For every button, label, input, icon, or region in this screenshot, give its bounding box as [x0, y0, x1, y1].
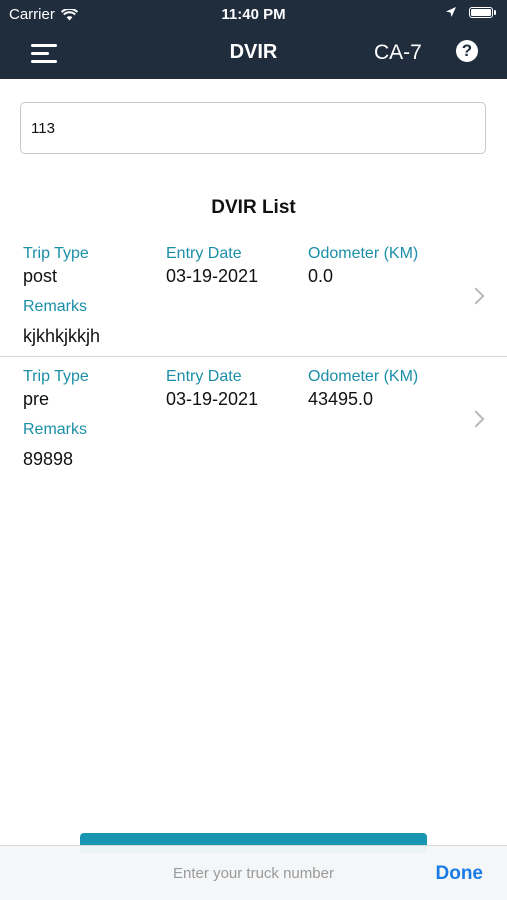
entry-date-label: Entry Date [166, 245, 242, 262]
odometer-value: 43495.0 [308, 389, 374, 409]
chevron-right-icon [467, 410, 485, 428]
remarks-label: Remarks [23, 298, 88, 315]
status-right [445, 6, 496, 18]
odometer-value: 0.0 [308, 266, 334, 286]
page-title: DVIR [229, 41, 278, 63]
entry-date-value: 03-19-2021 [166, 389, 259, 409]
odometer-label: Odometer (KM) [308, 245, 419, 262]
done-button[interactable]: Done [436, 863, 484, 885]
truck-number-field[interactable]: Enter your truck number [0, 865, 507, 882]
odometer-label: Odometer (KM) [308, 368, 419, 385]
search-input[interactable]: 113 [20, 102, 486, 154]
location-arrow-icon [446, 7, 456, 17]
search-input-value: 113 [31, 119, 55, 137]
remarks-value: 89898 [23, 449, 74, 469]
battery-icon [469, 6, 496, 18]
trip-type-value: post [23, 266, 58, 286]
app-header: Carrier 11:40 PM DVIR CA-7 ? [0, 0, 507, 79]
status-bar: Carrier 11:40 PM [0, 0, 507, 28]
list-item[interactable]: Trip Type Entry Date Odometer (KM) post … [0, 240, 507, 355]
list-title: DVIR List [211, 197, 296, 218]
status-time: 11:40 PM [221, 6, 286, 23]
entry-date-value: 03-19-2021 [166, 266, 259, 286]
trip-type-label: Trip Type [23, 368, 89, 385]
row-divider [0, 356, 507, 357]
list-item[interactable]: Trip Type Entry Date Odometer (KM) pre 0… [0, 363, 507, 478]
chevron-right-icon [467, 287, 485, 305]
remarks-value: kjkhkjkkjh [23, 326, 101, 346]
remarks-label: Remarks [23, 421, 88, 438]
unit-label[interactable]: CA-7 [374, 41, 422, 65]
keyboard-accessory-bar: Enter your truck number Done [0, 845, 507, 900]
nav-bar: DVIR CA-7 ? [0, 28, 507, 79]
trip-type-label: Trip Type [23, 245, 89, 262]
entry-date-label: Entry Date [166, 368, 242, 385]
help-icon[interactable]: ? [456, 40, 478, 62]
trip-type-value: pre [23, 389, 50, 409]
